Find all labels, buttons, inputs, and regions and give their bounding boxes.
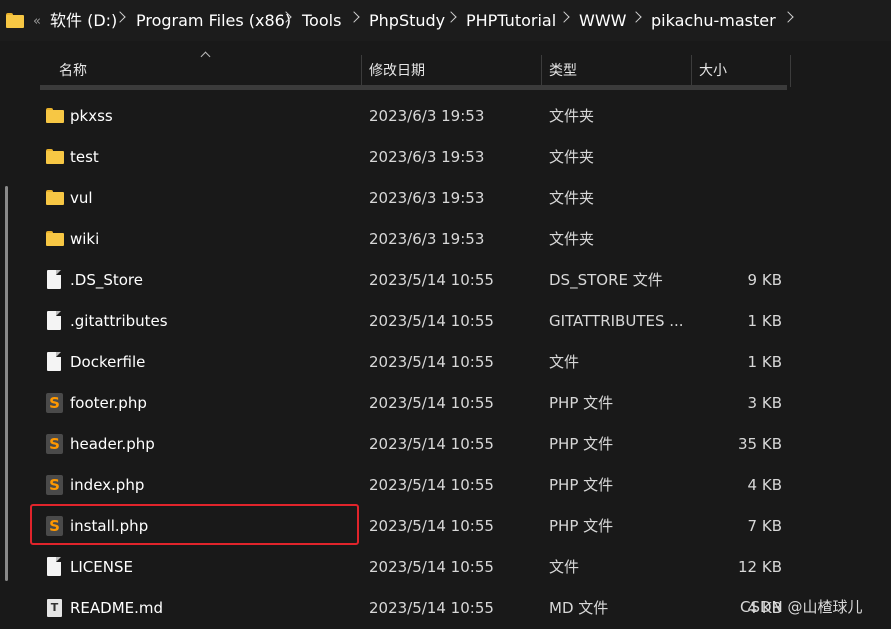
address-bar[interactable]: « 软件 (D:) Program Files (x86) Tools PhpS… bbox=[0, 0, 891, 41]
file-type: 文件夹 bbox=[549, 107, 595, 125]
file-name: index.php bbox=[70, 476, 145, 494]
file-row[interactable]: Sheader.php 2023/5/14 10:55 PHP 文件 35 KB bbox=[40, 424, 790, 465]
file-row[interactable]: T README.md 2023/5/14 10:55 MD 文件 4 KB bbox=[40, 588, 790, 629]
file-type: PHP 文件 bbox=[549, 394, 614, 412]
column-divider[interactable] bbox=[541, 55, 542, 87]
php-file-icon: S bbox=[45, 392, 64, 414]
file-icon bbox=[45, 269, 64, 291]
file-name: .DS_Store bbox=[70, 271, 143, 289]
file-date: 2023/5/14 10:55 bbox=[369, 599, 494, 617]
file-date: 2023/5/14 10:55 bbox=[369, 353, 494, 371]
file-size: 4 KB bbox=[747, 476, 782, 494]
breadcrumb-item-tools[interactable]: Tools bbox=[302, 11, 341, 31]
file-size: 12 KB bbox=[738, 558, 782, 576]
file-name: pkxss bbox=[70, 107, 113, 125]
breadcrumb-item-pikachu-master[interactable]: pikachu-master bbox=[651, 11, 776, 31]
file-size: 3 KB bbox=[747, 394, 782, 412]
folder-icon bbox=[5, 10, 24, 32]
highlight-box bbox=[30, 504, 359, 545]
file-date: 2023/5/14 10:55 bbox=[369, 271, 494, 289]
file-name: README.md bbox=[70, 599, 164, 617]
file-type: GITATTRIBUTES ... bbox=[549, 312, 684, 330]
file-row[interactable]: Dockerfile 2023/5/14 10:55 文件 1 KB bbox=[40, 342, 790, 383]
file-size: 9 KB bbox=[747, 271, 782, 289]
file-icon bbox=[45, 351, 64, 373]
file-date: 2023/5/14 10:55 bbox=[369, 558, 494, 576]
file-name: footer.php bbox=[70, 394, 147, 412]
folder-icon bbox=[45, 228, 64, 250]
file-date: 2023/6/3 19:53 bbox=[369, 107, 485, 125]
file-type: 文件夹 bbox=[549, 189, 595, 207]
file-row[interactable]: pkxss 2023/6/3 19:53 文件夹 bbox=[40, 96, 790, 137]
file-size: 7 KB bbox=[747, 517, 782, 535]
file-icon bbox=[45, 310, 64, 332]
file-row[interactable]: vul 2023/6/3 19:53 文件夹 bbox=[40, 178, 790, 219]
file-type: DS_STORE 文件 bbox=[549, 271, 663, 289]
vertical-scrollbar-thumb[interactable] bbox=[5, 186, 8, 581]
breadcrumb-item-drive[interactable]: 软件 (D:) bbox=[50, 11, 117, 31]
file-type: 文件 bbox=[549, 558, 580, 576]
column-date[interactable]: 修改日期 bbox=[369, 62, 425, 80]
file-name: header.php bbox=[70, 435, 155, 453]
file-name: Dockerfile bbox=[70, 353, 146, 371]
chevron-right-icon[interactable] bbox=[782, 11, 794, 23]
file-type: PHP 文件 bbox=[549, 435, 614, 453]
column-type[interactable]: 类型 bbox=[549, 62, 577, 80]
breadcrumb-item-www[interactable]: WWW bbox=[579, 11, 626, 31]
column-header bbox=[0, 41, 891, 87]
file-date: 2023/6/3 19:53 bbox=[369, 230, 485, 248]
breadcrumb-item-phptutorial[interactable]: PHPTutorial bbox=[466, 11, 556, 31]
folder-icon bbox=[45, 105, 64, 127]
file-date: 2023/5/14 10:55 bbox=[369, 517, 494, 535]
file-date: 2023/5/14 10:55 bbox=[369, 394, 494, 412]
file-row[interactable]: Sindex.php 2023/5/14 10:55 PHP 文件 4 KB bbox=[40, 465, 790, 506]
file-date: 2023/6/3 19:53 bbox=[369, 148, 485, 166]
file-row[interactable]: test 2023/6/3 19:53 文件夹 bbox=[40, 137, 790, 178]
file-type: PHP 文件 bbox=[549, 476, 614, 494]
file-name: vul bbox=[70, 189, 93, 207]
file-row[interactable]: .DS_Store 2023/5/14 10:55 DS_STORE 文件 9 KB bbox=[40, 260, 790, 301]
file-row[interactable]: .gitattributes 2023/5/14 10:55 GITATTRIBUT… bbox=[40, 301, 790, 342]
file-name: .gitattributes bbox=[70, 312, 168, 330]
chevron-right-icon bbox=[630, 11, 642, 23]
file-name: test bbox=[70, 148, 99, 166]
file-type: PHP 文件 bbox=[549, 517, 614, 535]
file-size: 1 KB bbox=[747, 353, 782, 371]
file-row[interactable]: Sfooter.php 2023/5/14 10:55 PHP 文件 3 KB bbox=[40, 383, 790, 424]
chevron-right-icon bbox=[558, 11, 570, 23]
breadcrumb-item-phpstudy[interactable]: PhpStudy bbox=[369, 11, 445, 31]
file-type: 文件 bbox=[549, 353, 580, 371]
file-size: 1 KB bbox=[747, 312, 782, 330]
file-row[interactable]: wiki 2023/6/3 19:53 文件夹 bbox=[40, 219, 790, 260]
markdown-file-icon: T bbox=[45, 597, 64, 619]
column-divider[interactable] bbox=[790, 55, 791, 87]
column-divider[interactable] bbox=[691, 55, 692, 87]
php-file-icon: S bbox=[45, 474, 64, 496]
column-divider[interactable] bbox=[361, 55, 362, 87]
folder-icon bbox=[45, 187, 64, 209]
chevron-right-icon bbox=[445, 11, 457, 23]
column-name[interactable]: 名称 bbox=[59, 62, 87, 80]
file-name: wiki bbox=[70, 230, 100, 248]
file-date: 2023/5/14 10:55 bbox=[369, 435, 494, 453]
file-type: 文件夹 bbox=[549, 230, 595, 248]
folder-icon bbox=[45, 146, 64, 168]
file-icon bbox=[45, 556, 64, 578]
file-type: MD 文件 bbox=[549, 599, 609, 617]
file-date: 2023/5/14 10:55 bbox=[369, 312, 494, 330]
breadcrumb-item-program-files[interactable]: Program Files (x86) bbox=[136, 11, 291, 31]
php-file-icon: S bbox=[45, 433, 64, 455]
file-date: 2023/5/14 10:55 bbox=[369, 476, 494, 494]
chevron-right-icon bbox=[348, 11, 360, 23]
file-row[interactable]: LICENSE 2023/5/14 10:55 文件 12 KB bbox=[40, 547, 790, 588]
breadcrumb-overflow-button[interactable]: « bbox=[33, 12, 41, 32]
column-size[interactable]: 大小 bbox=[699, 62, 727, 80]
file-type: 文件夹 bbox=[549, 148, 595, 166]
watermark: CSDN @山楂球儿 bbox=[740, 598, 863, 616]
file-name: LICENSE bbox=[70, 558, 133, 576]
file-size: 35 KB bbox=[738, 435, 782, 453]
horizontal-scrollbar[interactable] bbox=[40, 85, 787, 90]
file-date: 2023/6/3 19:53 bbox=[369, 189, 485, 207]
